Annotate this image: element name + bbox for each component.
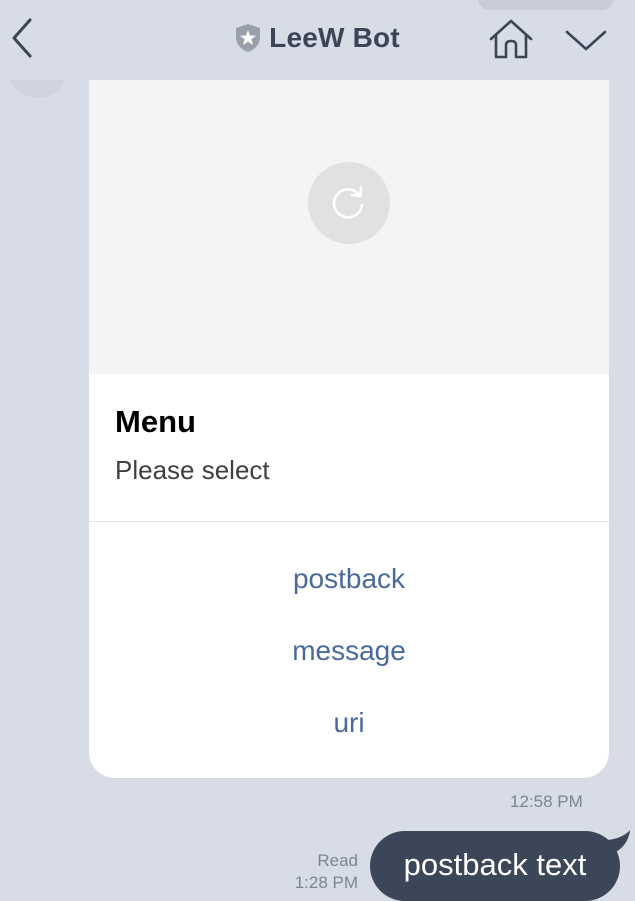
chat-title: LeeW Bot bbox=[269, 22, 400, 53]
home-icon bbox=[489, 19, 533, 59]
home-button[interactable] bbox=[488, 18, 534, 60]
card-divider bbox=[89, 521, 609, 522]
card-image-placeholder[interactable] bbox=[89, 70, 609, 374]
outgoing-timestamp: 1:28 PM bbox=[294, 873, 358, 892]
read-status: Read bbox=[317, 851, 358, 870]
postback-action-button[interactable]: postback bbox=[89, 549, 609, 609]
reload-icon[interactable] bbox=[308, 162, 390, 244]
card-timestamp: 12:58 PM bbox=[510, 792, 583, 811]
shield-star-icon bbox=[235, 23, 261, 53]
message-action-button[interactable]: message bbox=[89, 621, 609, 681]
menu-toggle-button[interactable] bbox=[564, 26, 608, 54]
chevron-down-icon bbox=[565, 30, 607, 51]
card-title: Menu bbox=[115, 404, 196, 439]
template-message-card: Menu Please select postback message uri bbox=[89, 70, 609, 778]
read-receipt: Read 1:28 PM bbox=[270, 850, 358, 894]
chat-title-area: LeeW Bot bbox=[0, 18, 635, 58]
chat-header: LeeW Bot bbox=[0, 0, 635, 80]
uri-action-button[interactable]: uri bbox=[89, 693, 609, 753]
previous-message-bubble bbox=[478, 0, 614, 10]
outgoing-message-bubble[interactable]: postback text bbox=[370, 831, 620, 901]
card-text: Please select bbox=[115, 455, 270, 485]
